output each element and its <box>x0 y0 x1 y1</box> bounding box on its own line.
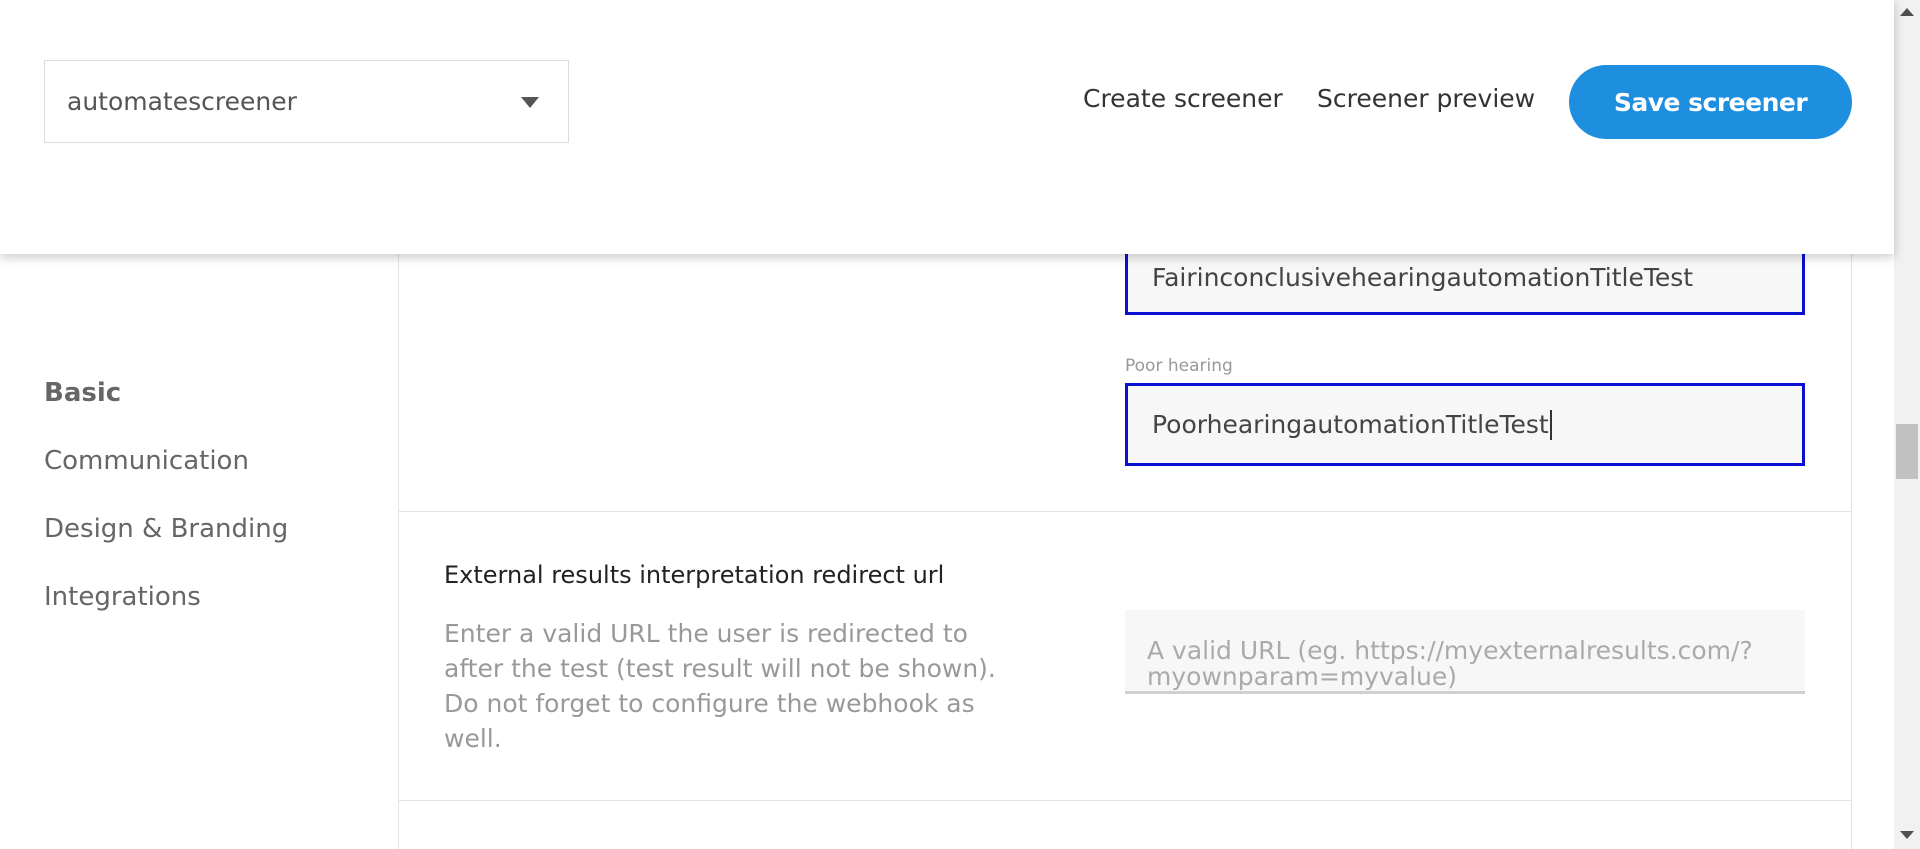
section-divider <box>398 800 1852 801</box>
external-redirect-description: Enter a valid URL the user is redirected… <box>444 619 996 753</box>
poor-hearing-label: Poor hearing <box>1125 356 1233 376</box>
screener-select-value: automatescreener <box>67 87 297 116</box>
section-divider <box>398 511 1852 512</box>
chevron-down-icon <box>521 97 539 108</box>
sidebar-item-integrations[interactable]: Integrations <box>44 582 201 612</box>
scroll-down-icon[interactable] <box>1900 831 1914 839</box>
screener-preview-link[interactable]: Screener preview <box>1317 84 1535 113</box>
top-header: automatescreener Create screener Screene… <box>0 0 1894 254</box>
external-redirect-title: External results interpretation redirect… <box>444 561 945 589</box>
scroll-up-icon[interactable] <box>1900 8 1914 16</box>
poor-hearing-title-value: PoorhearingautomationTitleTest <box>1152 410 1549 439</box>
scrollbar-thumb[interactable] <box>1896 424 1918 479</box>
sidebar-item-basic[interactable]: Basic <box>44 378 121 408</box>
external-redirect-url-placeholder: A valid URL (eg. https://myexternalresul… <box>1147 636 1753 691</box>
poor-hearing-title-input[interactable]: PoorhearingautomationTitleTest <box>1125 383 1805 466</box>
screener-select[interactable]: automatescreener <box>44 60 569 143</box>
sidebar-item-communication[interactable]: Communication <box>44 446 249 476</box>
sidebar-item-design-branding[interactable]: Design & Branding <box>44 514 288 544</box>
text-cursor <box>1549 409 1552 440</box>
external-redirect-url-input[interactable]: A valid URL (eg. https://myexternalresul… <box>1125 610 1805 694</box>
fair-inconclusive-title-value: FairinconclusivehearingautomationTitleTe… <box>1152 263 1694 292</box>
save-screener-button[interactable]: Save screener <box>1569 65 1852 139</box>
settings-content-panel <box>398 230 1852 849</box>
create-screener-link[interactable]: Create screener <box>1083 84 1283 113</box>
